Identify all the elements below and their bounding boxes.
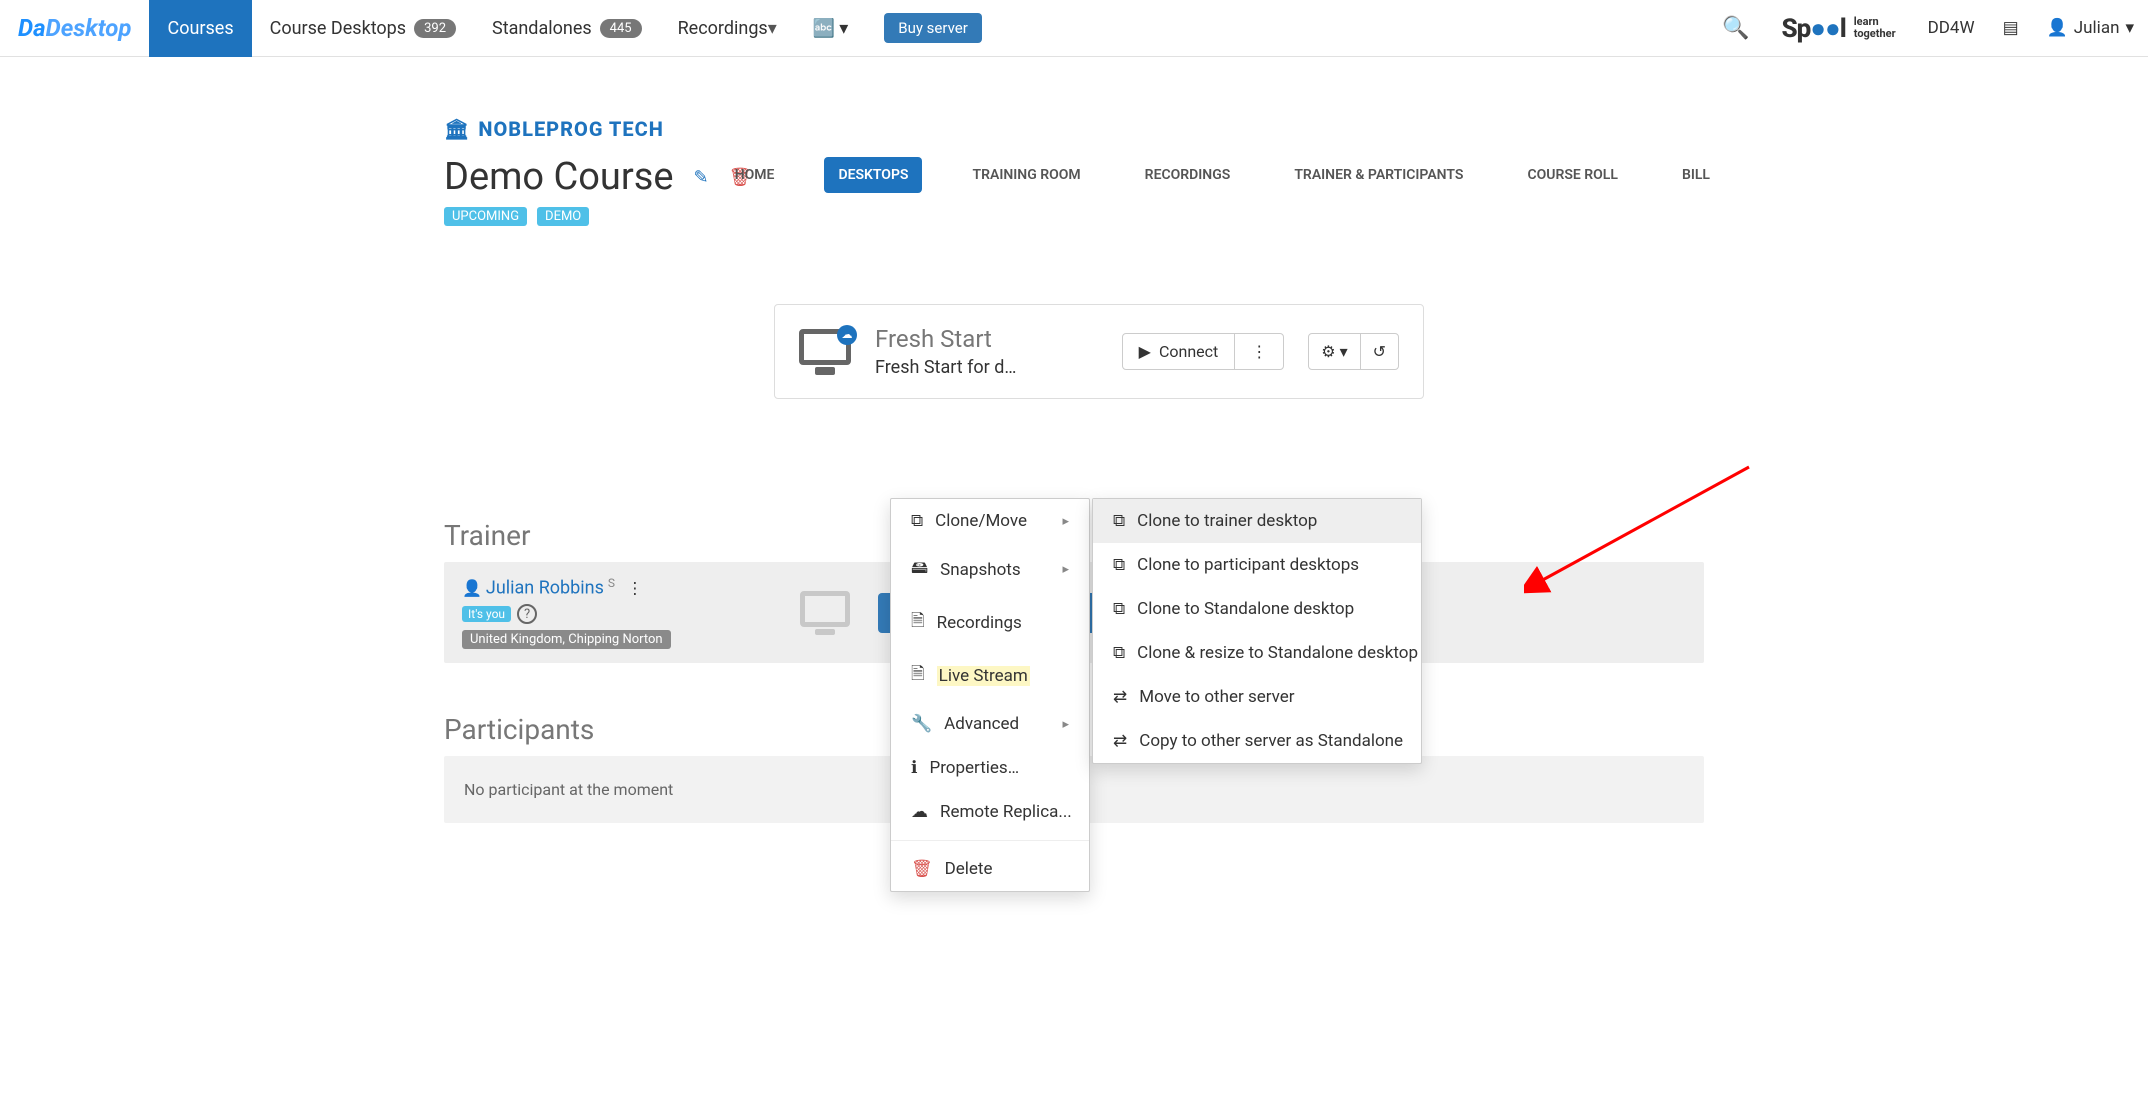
nav-standalones[interactable]: Standalones445: [474, 0, 660, 57]
spool-logo[interactable]: Sp●●l learntogether: [1764, 13, 1914, 44]
file-icon: 🗎: [911, 608, 925, 637]
menu-properties[interactable]: ℹProperties…: [891, 746, 1089, 790]
logo-part1: Da: [18, 14, 46, 42]
connect-button[interactable]: ▶Connect: [1123, 334, 1235, 369]
cloud-badge-icon: ☁: [837, 325, 857, 345]
trainer-more-button[interactable]: ⋮: [627, 578, 643, 597]
breadcrumb-org[interactable]: 🏛 NOBLEPROG TECH: [444, 117, 1704, 141]
top-navbar: DaDesktop Courses Course Desktops392 Sta…: [0, 0, 2148, 57]
copy-icon: ⧉: [1113, 511, 1125, 531]
its-you-badge: It's you: [462, 606, 511, 622]
history-icon: ↺: [1373, 342, 1386, 361]
nav-dashboard-icon[interactable]: ▤: [1989, 18, 2033, 38]
tab-desktops[interactable]: DESKTOPS: [824, 157, 922, 193]
trainer-desktop-icon: [786, 591, 864, 635]
nav-user-menu[interactable]: 👤Julian▾: [2033, 18, 2148, 38]
tab-trainer-participants[interactable]: TRAINER & PARTICIPANTS: [1280, 157, 1477, 193]
search-icon[interactable]: 🔍: [1708, 16, 1763, 41]
play-icon: ▶: [1139, 342, 1151, 361]
swap-icon: ⇄: [1113, 687, 1127, 707]
gear-button[interactable]: ⚙ ▾: [1309, 334, 1359, 369]
connect-more-button[interactable]: ⋮: [1234, 334, 1283, 369]
gear-icon: ⚙: [1321, 342, 1335, 361]
menu-advanced[interactable]: 🔧Advanced▸: [891, 702, 1089, 746]
user-icon: 👤: [2047, 18, 2068, 38]
trainer-sup: S: [608, 576, 615, 590]
trash-icon: 🗑: [911, 859, 933, 879]
tag-demo: DEMO: [537, 207, 589, 226]
history-button[interactable]: ↺: [1360, 334, 1398, 369]
copy-icon: ⧉: [1113, 555, 1125, 575]
tab-course-roll[interactable]: COURSE ROLL: [1513, 157, 1632, 193]
badge-course-desktops: 392: [414, 19, 456, 38]
help-icon[interactable]: ?: [517, 604, 537, 624]
connect-button-group: ▶Connect ⋮: [1122, 333, 1285, 370]
edit-icon[interactable]: ✎: [694, 167, 709, 188]
copy-icon: ⧉: [1113, 599, 1125, 619]
fresh-start-subtitle: Fresh Start for d…: [875, 357, 1098, 378]
course-tabs: HOME DESKTOPS TRAINING ROOM RECORDINGS T…: [721, 157, 1724, 193]
person-icon: 👤: [462, 578, 482, 597]
nav-org[interactable]: DD4W: [1914, 18, 1989, 38]
tab-home[interactable]: HOME: [721, 157, 789, 193]
menu-remote-replica[interactable]: ☁Remote Replica...: [891, 790, 1089, 834]
tab-bill[interactable]: BILL: [1668, 157, 1724, 193]
copy-icon: ⧉: [1113, 643, 1125, 663]
desktop-icon: ☁: [799, 329, 851, 375]
language-icon: 🔤: [813, 18, 835, 39]
gear-button-group: ⚙ ▾ ↺: [1308, 333, 1399, 370]
logo-part2: Desktop: [46, 14, 132, 42]
copy-icon: ⧉: [911, 511, 923, 531]
nav-buy-server[interactable]: Buy server: [866, 0, 1000, 57]
menu-snapshots[interactable]: 🖴Snapshots▸: [891, 543, 1089, 596]
submenu-clone-participant[interactable]: ⧉Clone to participant desktops: [1093, 543, 1421, 587]
tab-recordings[interactable]: RECORDINGS: [1131, 157, 1245, 193]
nav-language[interactable]: 🔤▾: [795, 0, 866, 57]
submenu-clone-standalone[interactable]: ⧉Clone to Standalone desktop: [1093, 587, 1421, 631]
wrench-icon: 🔧: [911, 714, 932, 734]
badge-standalones: 445: [600, 19, 642, 38]
nav-courses[interactable]: Courses: [149, 0, 251, 57]
trainer-name[interactable]: Julian Robbins: [486, 577, 604, 598]
clone-submenu: ⧉Clone to trainer desktop ⧉Clone to part…: [1092, 498, 1422, 764]
submenu-clone-trainer[interactable]: ⧉Clone to trainer desktop: [1093, 499, 1421, 543]
trainer-location: United Kingdom, Chipping Norton: [462, 630, 671, 649]
menu-live-stream[interactable]: 🗎Live Stream: [891, 649, 1089, 702]
fresh-start-card: ☁ Fresh Start Fresh Start for d… ▶Connec…: [774, 304, 1424, 399]
tab-training-room[interactable]: TRAINING ROOM: [958, 157, 1094, 193]
tag-upcoming: UPCOMING: [444, 207, 527, 226]
drive-icon: 🖴: [911, 555, 928, 584]
gear-menu: ⧉Clone/Move▸ 🖴Snapshots▸ 🗎Recordings 🗎Li…: [890, 498, 1090, 892]
menu-delete[interactable]: 🗑Delete: [891, 847, 1089, 891]
nav-recordings[interactable]: Recordings: [660, 0, 795, 57]
cloud-icon: ☁: [911, 802, 928, 822]
course-tags: UPCOMING DEMO: [444, 205, 1704, 224]
nav-course-desktops[interactable]: Course Desktops392: [252, 0, 474, 57]
menu-recordings[interactable]: 🗎Recordings: [891, 596, 1089, 649]
logo[interactable]: DaDesktop: [0, 14, 149, 42]
info-icon: ℹ: [911, 758, 917, 778]
bank-icon: 🏛: [444, 117, 470, 141]
fresh-start-title: Fresh Start: [875, 325, 1098, 353]
submenu-move-server[interactable]: ⇄Move to other server: [1093, 675, 1421, 719]
menu-clone-move[interactable]: ⧉Clone/Move▸: [891, 499, 1089, 543]
submenu-copy-server[interactable]: ⇄Copy to other server as Standalone: [1093, 719, 1421, 763]
submenu-clone-resize[interactable]: ⧉Clone & resize to Standalone desktop: [1093, 631, 1421, 675]
swap-icon: ⇄: [1113, 731, 1127, 751]
file-icon: 🗎: [911, 661, 925, 690]
